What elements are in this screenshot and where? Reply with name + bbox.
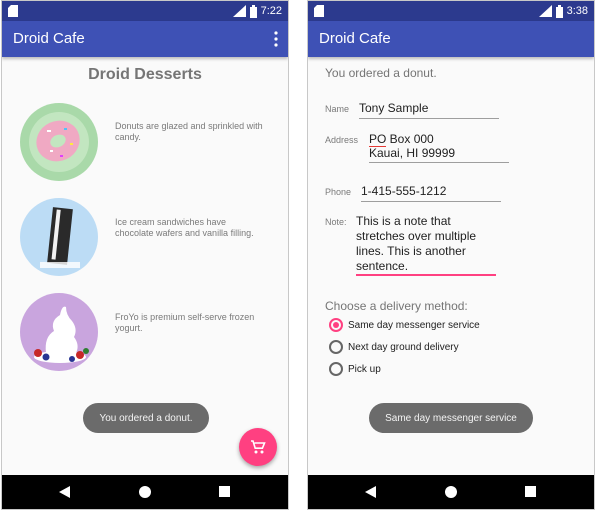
- home-icon[interactable]: [445, 486, 457, 498]
- status-bar: 7:22: [2, 1, 288, 21]
- address-field-underline: [369, 162, 509, 163]
- app-bar: Droid Cafe: [308, 21, 594, 57]
- note-line: lines. This is another: [356, 244, 466, 258]
- recent-apps-icon[interactable]: [219, 486, 230, 497]
- shopping-cart-icon: [251, 440, 266, 454]
- page-title: Droid Desserts: [88, 66, 202, 83]
- sd-card-icon: [314, 5, 324, 17]
- battery-icon: [249, 4, 257, 18]
- navigation-bar: [308, 475, 594, 509]
- radio-unchecked-icon: [329, 362, 343, 376]
- phone-field-underline: [361, 201, 501, 202]
- phone-field[interactable]: 1-415-555-1212: [361, 184, 446, 198]
- sd-card-icon: [8, 5, 18, 17]
- note-line: This is a note that: [356, 214, 451, 228]
- radio-same-day[interactable]: Same day messenger service: [329, 317, 480, 333]
- radio-next-day[interactable]: Next day ground delivery: [329, 339, 459, 355]
- name-field-underline: [359, 118, 499, 119]
- phone-label: Phone: [325, 187, 352, 197]
- back-icon[interactable]: [365, 486, 376, 498]
- status-time: 3:38: [566, 5, 588, 17]
- delivery-heading: Choose a delivery method:: [325, 299, 468, 313]
- radio-label: Pick up: [348, 363, 381, 375]
- note-line: sentence.: [356, 259, 409, 273]
- overflow-menu-icon[interactable]: [274, 31, 278, 47]
- back-icon[interactable]: [59, 486, 70, 498]
- address-line1-rest: Box 000: [386, 132, 434, 146]
- status-bar: 3:38: [308, 1, 594, 21]
- name-field[interactable]: Tony Sample: [359, 101, 428, 115]
- home-icon[interactable]: [139, 486, 151, 498]
- name-label: Name: [325, 104, 350, 114]
- signal-icon: [538, 5, 552, 17]
- address-label: Address: [325, 135, 359, 145]
- radio-unchecked-icon: [329, 340, 343, 354]
- ice-cream-sandwich-image[interactable]: [20, 198, 98, 276]
- phone-screen-right: 3:38 Droid Cafe You ordered a donut. Nam…: [307, 0, 595, 510]
- froyo-image[interactable]: [20, 293, 98, 371]
- radio-label: Next day ground delivery: [348, 341, 459, 353]
- address-field[interactable]: PO Box 000 Kauai, HI 99999: [369, 132, 455, 160]
- donut-image[interactable]: [20, 103, 98, 181]
- address-line2: Kauai, HI 99999: [369, 146, 456, 160]
- phone-screen-left: 7:22 Droid Cafe Droid Desserts Donuts ar…: [1, 0, 289, 510]
- signal-icon: [232, 5, 246, 17]
- status-time: 7:22: [260, 5, 282, 17]
- note-label: Note:: [325, 217, 347, 227]
- recent-apps-icon[interactable]: [525, 486, 536, 497]
- donut-description: Donuts are glazed and sprinkled with can…: [115, 121, 263, 142]
- toast-message: Same day messenger service: [369, 403, 533, 433]
- note-line: stretches over multiple: [356, 229, 477, 243]
- app-title: Droid Cafe: [319, 30, 391, 47]
- address-misspelled-word: PO: [369, 132, 387, 147]
- navigation-bar: [2, 475, 288, 509]
- radio-checked-icon: [329, 318, 343, 332]
- toast-message: You ordered a donut.: [83, 403, 209, 433]
- radio-pick-up[interactable]: Pick up: [329, 361, 381, 377]
- froyo-description: FroYo is premium self-serve frozen yogur…: [115, 312, 255, 333]
- cart-fab[interactable]: [239, 428, 277, 466]
- ice-cream-sandwich-description: Ice cream sandwiches have chocolate wafe…: [115, 217, 254, 238]
- app-bar: Droid Cafe: [2, 21, 288, 57]
- radio-label: Same day messenger service: [348, 319, 480, 331]
- battery-icon: [555, 4, 563, 18]
- note-field-underline-focused: [356, 274, 496, 276]
- order-message: You ordered a donut.: [325, 66, 437, 80]
- app-title: Droid Cafe: [13, 30, 85, 47]
- note-field[interactable]: This is a note that stretches over multi…: [356, 214, 476, 274]
